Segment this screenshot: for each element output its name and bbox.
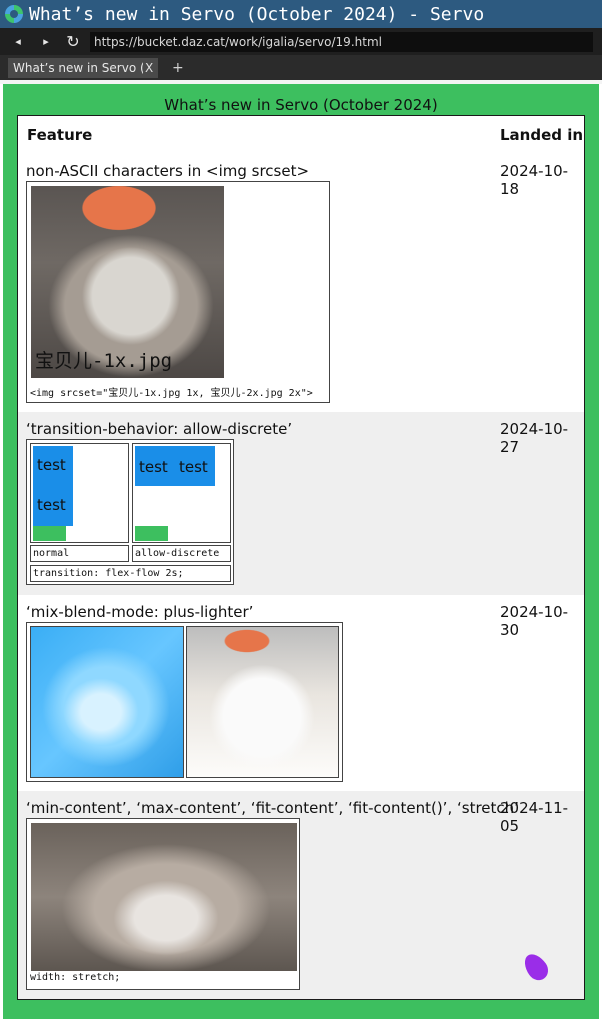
- flex-item-text: test: [37, 496, 66, 514]
- table-row: non-ASCII characters in <img srcset> 202…: [18, 154, 584, 412]
- header-feature: Feature: [27, 126, 93, 144]
- demo-frame: test test test test normal allow-discret…: [26, 439, 234, 585]
- landed-date: 2024-10-18: [500, 162, 569, 198]
- label-allow-discrete: allow-discrete: [132, 545, 231, 562]
- flex-item-text: test: [139, 458, 168, 476]
- landed-date: 2024-10-27: [500, 420, 569, 456]
- page-content[interactable]: What’s new in Servo (October 2024) Featu…: [3, 84, 599, 1019]
- cat-photo-srcset: 宝贝儿-1x.jpg: [31, 186, 224, 378]
- label-normal: normal: [30, 545, 129, 562]
- reload-button[interactable]: ↻: [60, 32, 86, 51]
- forward-button[interactable]: ▸: [32, 35, 60, 48]
- tab-active[interactable]: What’s new in Servo (October 2024) X: [8, 57, 158, 78]
- tab-title: What’s new in Servo (October 2024): [13, 60, 143, 75]
- browser-toolbar: ◂ ▸ ↻: [0, 28, 602, 55]
- cat-photo-plus-lighter: [186, 626, 339, 778]
- demo-allow-discrete: test test: [132, 443, 231, 543]
- feature-title: ‘mix-blend-mode: plus-lighter’: [26, 603, 254, 621]
- url-input[interactable]: [90, 31, 593, 52]
- window-titlebar: What’s new in Servo (October 2024) - Ser…: [0, 0, 602, 28]
- landed-date: 2024-11-05: [500, 799, 569, 835]
- feature-title: ‘min-content’, ‘max-content’, ‘fit-conte…: [26, 799, 519, 817]
- green-bar: [33, 526, 66, 541]
- features-table: Feature Landed in non-ASCII characters i…: [17, 115, 585, 1000]
- table-row: ‘transition-behavior: allow-discrete’ 20…: [18, 412, 584, 595]
- cat-photo-blue-blend: [30, 626, 184, 778]
- back-button[interactable]: ◂: [4, 35, 32, 48]
- header-landed-in: Landed in: [500, 126, 584, 144]
- demo-frame: width: stretch;: [26, 818, 300, 990]
- code-sample: <img srcset="宝贝儿-1x.jpg 1x, 宝贝儿-2x.jpg 2…: [30, 388, 313, 399]
- demo-frame: 宝贝儿-1x.jpg <img srcset="宝贝儿-1x.jpg 1x, 宝…: [26, 181, 330, 403]
- flex-item-text: test: [37, 456, 66, 474]
- code-sample: transition: flex-flow 2s;: [30, 565, 231, 582]
- flex-item-text: test: [179, 458, 208, 476]
- landed-date: 2024-10-30: [500, 603, 569, 639]
- new-tab-button[interactable]: +: [172, 60, 184, 76]
- flex-item-column: test test: [33, 446, 73, 526]
- page-caption: What’s new in Servo (October 2024): [164, 96, 438, 114]
- demo-normal: test test: [30, 443, 129, 543]
- table-row: ‘min-content’, ‘max-content’, ‘fit-conte…: [18, 791, 584, 999]
- flex-item-row: test test: [135, 446, 215, 486]
- code-sample: width: stretch;: [30, 972, 121, 983]
- image-filename-label: 宝贝儿-1x.jpg: [35, 350, 173, 372]
- cat-photo-stretch: [31, 823, 297, 971]
- feature-title: non-ASCII characters in <img srcset>: [26, 162, 310, 180]
- servo-logo-icon: [5, 5, 23, 23]
- feature-title: ‘transition-behavior: allow-discrete’: [26, 420, 293, 438]
- green-bar: [135, 526, 168, 541]
- tab-strip: What’s new in Servo (October 2024) X +: [0, 55, 602, 80]
- table-row: ‘mix-blend-mode: plus-lighter’ 2024-10-3…: [18, 595, 584, 791]
- window-title: What’s new in Servo (October 2024) - Ser…: [29, 3, 485, 25]
- demo-frame: [26, 622, 343, 782]
- tab-close-button[interactable]: X: [145, 61, 153, 75]
